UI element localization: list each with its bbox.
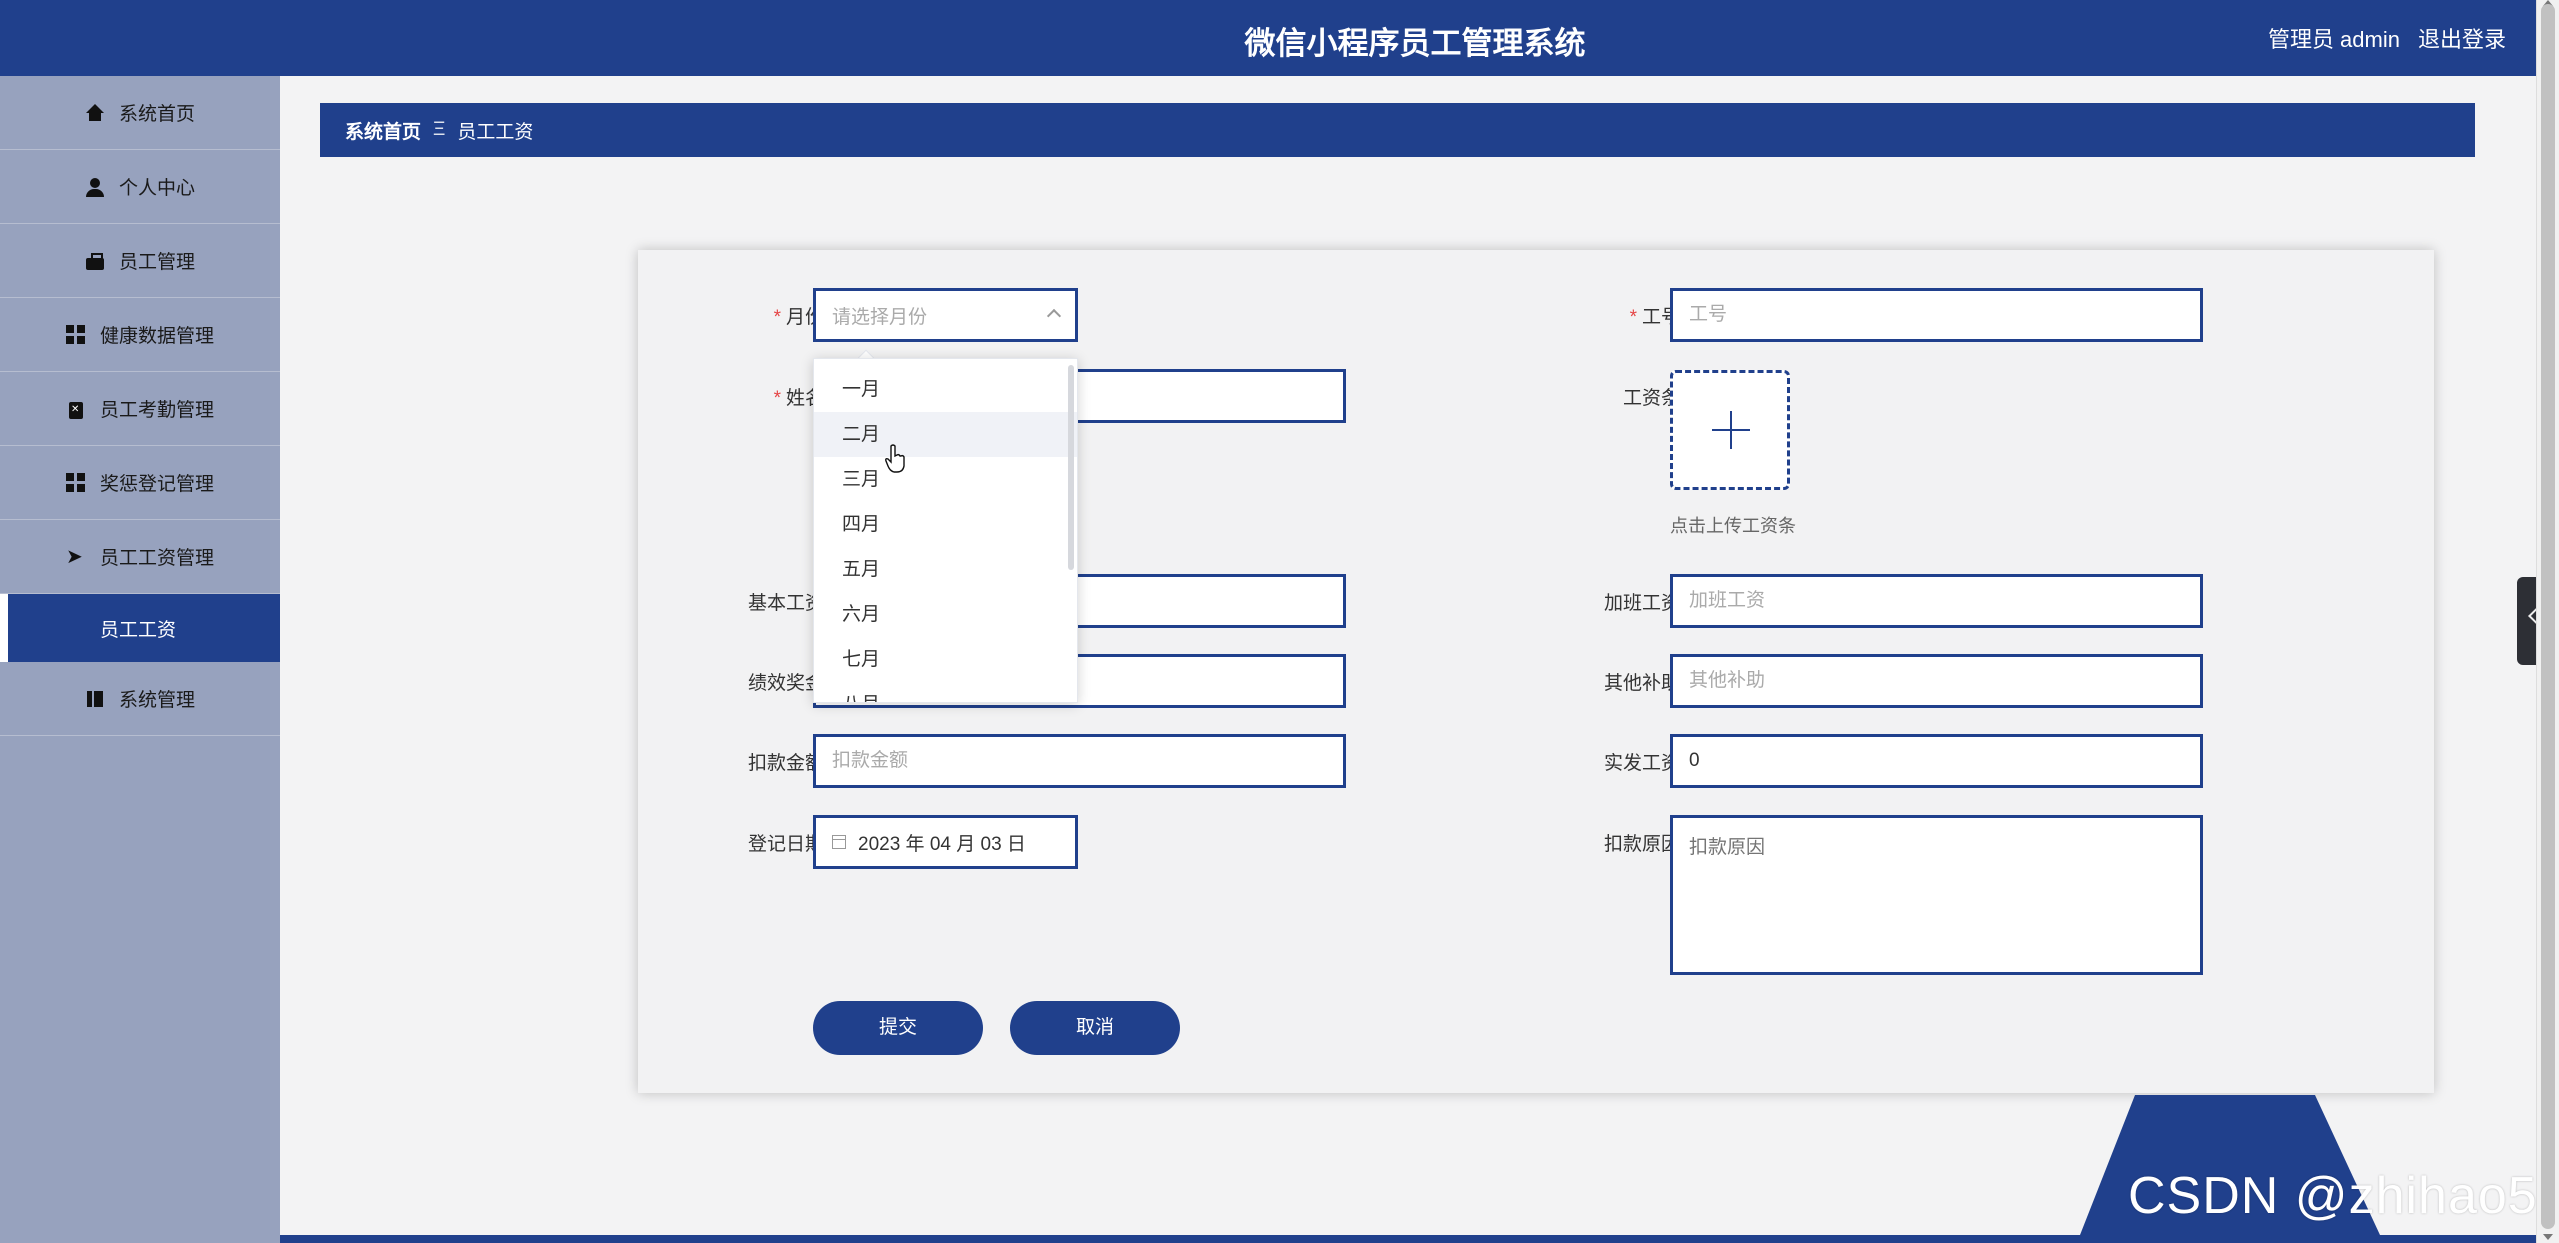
sidebar-item-health[interactable]: 健康数据管理 <box>0 298 280 372</box>
sidebar-item-employees[interactable]: 员工管理 <box>0 224 280 298</box>
deduction-amount-label: 扣款金额 <box>747 753 824 774</box>
deduction-reason-textarea[interactable] <box>1670 815 2203 975</box>
sidebar-item-profile[interactable]: 个人中心 <box>0 150 280 224</box>
other-allowance-label: 其他补助 <box>1603 673 1680 694</box>
sidebar-item-home[interactable]: 系统首页 <box>0 76 280 150</box>
scrollbar-thumb[interactable] <box>2541 4 2555 1229</box>
month-select[interactable]: 请选择月份 <box>813 288 1078 342</box>
sidebar-item-attendance[interactable]: 员工考勤管理 <box>0 372 280 446</box>
clipboard-icon <box>66 399 86 419</box>
employee-no-label: * 工号 <box>1629 307 1680 328</box>
book-icon <box>85 689 105 709</box>
hand-cursor-icon <box>885 444 905 473</box>
admin-user-label: 管理员 admin <box>2267 27 2400 52</box>
sidebar-item-label: 系统管理 <box>118 690 195 711</box>
header-user-area: 管理员 admin 退出登录 <box>2268 22 2506 54</box>
sidebar: 系统首页 个人中心 员工管理 健康数据管理 员工考勤管理 奖惩登记管理 ➤ 员工… <box>0 76 280 1243</box>
sidebar-item-label: 员工考勤管理 <box>99 400 214 421</box>
dropdown-option[interactable]: 七月 <box>814 637 1077 682</box>
overtime-pay-label: 加班工资 <box>1603 593 1680 614</box>
sidebar-item-label: 系统首页 <box>118 104 195 125</box>
overtime-pay-input[interactable] <box>1670 574 2203 628</box>
sidebar-item-label: 健康数据管理 <box>99 326 214 347</box>
top-header: 微信小程序员工管理系统 管理员 admin 退出登录 <box>0 0 2536 76</box>
briefcase-icon <box>85 251 105 271</box>
logout-link[interactable]: 退出登录 <box>2418 22 2506 54</box>
page-scrollbar[interactable] <box>2536 0 2559 1243</box>
breadcrumb-current: 员工工资 <box>457 121 534 143</box>
breadcrumb-separator: Ξ <box>433 119 446 140</box>
dropdown-option[interactable]: 六月 <box>814 592 1077 637</box>
name-label: * 姓名 <box>773 388 824 409</box>
month-label: * 月份 <box>773 307 824 328</box>
upload-payslip-button[interactable] <box>1670 370 1790 490</box>
home-icon <box>85 103 105 123</box>
grid-icon <box>65 324 86 345</box>
deduction-amount-input[interactable] <box>813 734 1346 788</box>
sidebar-item-label: 员工管理 <box>118 252 195 273</box>
other-allowance-input[interactable] <box>1670 654 2203 708</box>
sidebar-item-label: 员工工资管理 <box>99 548 214 569</box>
dropdown-option[interactable]: 八月 <box>814 682 1077 702</box>
sidebar-item-label: 个人中心 <box>118 178 195 199</box>
register-date-label: 登记日期 <box>747 834 824 855</box>
dropdown-option[interactable]: 四月 <box>814 502 1077 547</box>
upload-tip: 点击上传工资条 <box>1670 516 1796 536</box>
dropdown-option[interactable]: 三月 <box>814 457 1077 502</box>
grid-icon <box>65 472 86 493</box>
base-salary-label: 基本工资 <box>747 593 824 614</box>
submit-button[interactable]: 提交 <box>813 1001 983 1055</box>
month-dropdown: 一月 二月 三月 四月 五月 六月 七月 八月 <box>813 358 1078 703</box>
paper-plane-icon: ➤ <box>65 545 83 568</box>
sidebar-subitem-salary[interactable]: 员工工资 <box>0 594 280 662</box>
calendar-icon <box>832 835 846 849</box>
employee-no-input[interactable] <box>1670 288 2203 342</box>
sidebar-item-label: 员工工资 <box>100 619 177 641</box>
dropdown-option[interactable]: 一月 <box>814 367 1077 412</box>
dropdown-option[interactable]: 五月 <box>814 547 1077 592</box>
sidebar-item-rewards[interactable]: 奖惩登记管理 <box>0 446 280 520</box>
dropdown-option[interactable]: 二月 <box>814 412 1077 457</box>
payslip-label: 工资条 <box>1622 388 1680 409</box>
performance-bonus-label: 绩效奖金 <box>747 673 824 694</box>
actual-salary-input[interactable]: 0 <box>1670 734 2203 788</box>
register-date-picker[interactable]: 2023 年 04 月 03 日 <box>813 815 1078 869</box>
breadcrumb-home[interactable]: 系统首页 <box>345 117 421 144</box>
dropdown-scrollbar[interactable] <box>1068 365 1074 570</box>
sidebar-item-system[interactable]: 系统管理 <box>0 662 280 736</box>
deduction-reason-label: 扣款原因 <box>1603 834 1680 855</box>
chevron-up-icon <box>1046 308 1062 324</box>
cancel-button[interactable]: 取消 <box>1010 1001 1180 1055</box>
actual-salary-label: 实发工资 <box>1603 753 1680 774</box>
app-title: 微信小程序员工管理系统 <box>1244 26 1586 61</box>
user-icon <box>85 177 105 197</box>
sidebar-item-label: 奖惩登记管理 <box>99 474 214 495</box>
sidebar-item-salary-mgmt[interactable]: ➤ 员工工资管理 <box>0 520 280 594</box>
bottom-strip <box>280 1235 2536 1243</box>
csdn-watermark: CSDN @zhihao508 <box>2128 1167 2559 1225</box>
breadcrumb: 系统首页 Ξ 员工工资 <box>320 103 2475 157</box>
scroll-down-icon[interactable] <box>2543 1234 2553 1240</box>
